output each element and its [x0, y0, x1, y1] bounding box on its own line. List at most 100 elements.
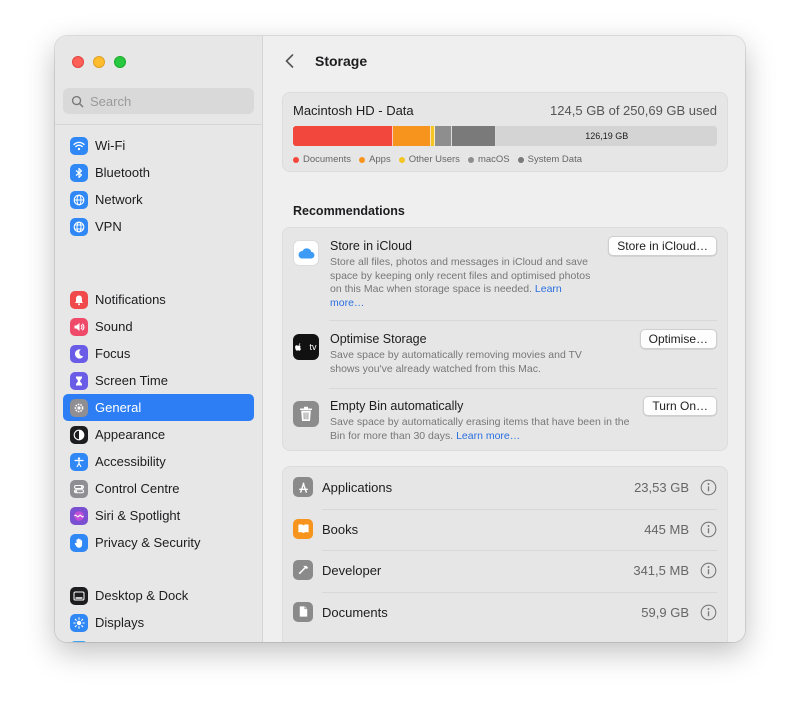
hourglass-icon	[70, 371, 88, 390]
bluetooth-icon	[70, 163, 88, 182]
legend-item: Apps	[359, 154, 391, 165]
info-icon[interactable]	[700, 521, 717, 538]
recommendation-empty-bin: Empty Bin automatically Save space by au…	[283, 389, 727, 451]
sidebar-group: General Appearance Accessibility Control Ce…	[63, 394, 254, 556]
search-icon	[71, 95, 84, 107]
sidebar-item-label: Privacy & Security	[95, 535, 201, 550]
category-name: Documents	[322, 604, 388, 620]
minimize-window-button[interactable]	[93, 56, 105, 68]
sidebar-item-screen-time[interactable]: Screen Time	[63, 367, 254, 394]
legend-dot	[467, 156, 474, 163]
flower-icon	[70, 640, 88, 642]
sidebar-item-label: Sound	[95, 319, 133, 334]
header: Storage	[281, 52, 367, 70]
sidebar-item-label: Wi-Fi	[95, 138, 126, 153]
disk-used: 124,5 GB of 250,69 GB used	[550, 103, 717, 118]
sidebar-item-notifications[interactable]: Notifications	[63, 286, 254, 313]
category-size: 59,9 GB	[641, 604, 689, 620]
store-in-icloud-button[interactable]: Store in iCloud…	[608, 236, 717, 256]
sidebar-item-focus[interactable]: Focus	[63, 340, 254, 367]
sidebar-item-label: Network	[95, 192, 143, 207]
sidebar-item-bluetooth[interactable]: Bluetooth	[63, 159, 254, 186]
sidebar-item-siri-spotlight[interactable]: Siri & Spotlight	[63, 502, 254, 529]
sidebar-divider	[55, 124, 263, 125]
storage-category-row[interactable]: Developer 341,5 MB	[283, 550, 727, 591]
sidebar-item-wallpaper[interactable]: Wallpaper	[63, 636, 254, 642]
maximize-window-button[interactable]	[114, 56, 126, 68]
storage-segment-macos[interactable]	[435, 126, 452, 146]
sidebar-item-accessibility[interactable]: Accessibility	[63, 448, 254, 475]
recommendation-title: Empty Bin automatically	[330, 399, 464, 413]
sidebar-item-desktop-dock[interactable]: Desktop & Dock	[63, 582, 254, 609]
legend-item: System Data	[517, 154, 582, 165]
sidebar-item-label: Displays	[95, 615, 145, 630]
category-size: 445 MB	[644, 521, 689, 537]
legend-dot	[293, 156, 299, 163]
sidebar-item-sound[interactable]: Sound	[63, 313, 254, 340]
storage-segment-documents[interactable]	[293, 126, 393, 146]
apple-tv-icon: tv	[293, 334, 319, 360]
recommendation-icloud: Store in iCloud Store all files, photos …	[283, 228, 727, 320]
sidebar-item-network[interactable]: Network	[63, 186, 254, 213]
info-icon[interactable]	[700, 479, 717, 496]
turn-on-button[interactable]: Turn On…	[643, 396, 717, 416]
storage-segment-system-data[interactable]	[451, 126, 497, 146]
appearance-icon	[70, 425, 88, 444]
tv-label: tv	[309, 342, 317, 352]
storage-segment-apps[interactable]	[392, 126, 431, 146]
close-window-button[interactable]	[72, 56, 84, 68]
recommendations-card: Store in iCloud Store all files, photos …	[282, 227, 728, 451]
sidebar-item-label: Siri & Spotlight	[95, 508, 181, 523]
dock-icon	[70, 586, 88, 605]
page-title: Storage	[315, 53, 368, 69]
sidebar-item-control-centre[interactable]: Control Centre	[63, 475, 254, 502]
storage-category-row[interactable]: Books 445 MB	[283, 509, 727, 550]
sidebar-item-label: Bluetooth	[95, 165, 150, 180]
chevron-left-icon	[285, 54, 293, 68]
bell-icon	[70, 290, 88, 309]
content-pane: Storage Macintosh HD - Data 124,5 GB of …	[263, 36, 745, 642]
sidebar-item-label: Accessibility	[95, 454, 166, 469]
sidebar-item-vpn[interactable]: VPN	[63, 213, 254, 240]
sidebar-item-label: Desktop & Dock	[95, 588, 189, 603]
books-icon	[293, 518, 313, 539]
storage-summary-card: Macintosh HD - Data 124,5 GB of 250,69 G…	[282, 92, 728, 172]
siri-icon	[70, 506, 88, 525]
sidebar-item-appearance[interactable]: Appearance	[63, 421, 254, 448]
legend-item: Other Users	[398, 154, 460, 165]
recommendation-description: Save space by automatically erasing item…	[330, 416, 630, 442]
search-placeholder: Search	[90, 93, 132, 109]
info-icon[interactable]	[700, 562, 717, 579]
hammer-icon	[293, 560, 313, 580]
system-settings-window: Search Wi-Fi Bluetooth Network VPN Notificat…	[55, 36, 745, 642]
search-input[interactable]: Search	[63, 88, 254, 114]
moon-icon	[70, 344, 88, 363]
sidebar-item-general[interactable]: General	[63, 394, 254, 421]
icloud-icon	[293, 240, 319, 266]
category-size: 341,5 MB	[633, 563, 689, 578]
storage-category-row[interactable]: Applications 23,53 GB	[283, 467, 727, 508]
recommendations-heading: Recommendations	[293, 204, 405, 218]
recommendation-description: Store all files, photos and messages in …	[330, 256, 591, 309]
optimise-button[interactable]: Optimise…	[639, 329, 717, 349]
sidebar-item-displays[interactable]: Displays	[63, 609, 254, 636]
storage-legend: Documents Apps Other Users macOS System Data	[293, 154, 582, 165]
sidebar-item-wi-fi[interactable]: Wi-Fi	[63, 132, 254, 159]
sidebar-item-label: VPN	[95, 219, 122, 234]
sidebar-group: Wi-Fi Bluetooth Network VPN	[63, 132, 254, 240]
sidebar-item-privacy-security[interactable]: Privacy & Security	[63, 529, 254, 556]
learn-more-link[interactable]: Learn more…	[456, 430, 520, 442]
gear-icon	[70, 398, 88, 417]
info-icon[interactable]	[700, 604, 717, 621]
recommendation-title: Optimise Storage	[330, 332, 427, 346]
hand-icon	[70, 533, 88, 552]
free-space-label: 126,19 GB	[585, 131, 629, 141]
sidebar-item-label: Screen Time	[95, 373, 168, 388]
sidebar-item-label: Appearance	[95, 427, 166, 442]
back-button[interactable]	[281, 52, 297, 70]
category-size: 23,53 GB	[634, 480, 689, 495]
storage-usage-bar: 126,19 GB	[293, 126, 717, 146]
sidebar-group: Notifications Sound Focus Screen Time	[63, 286, 254, 394]
document-icon	[293, 601, 313, 622]
storage-category-row[interactable]: Documents 59,9 GB	[283, 592, 727, 633]
